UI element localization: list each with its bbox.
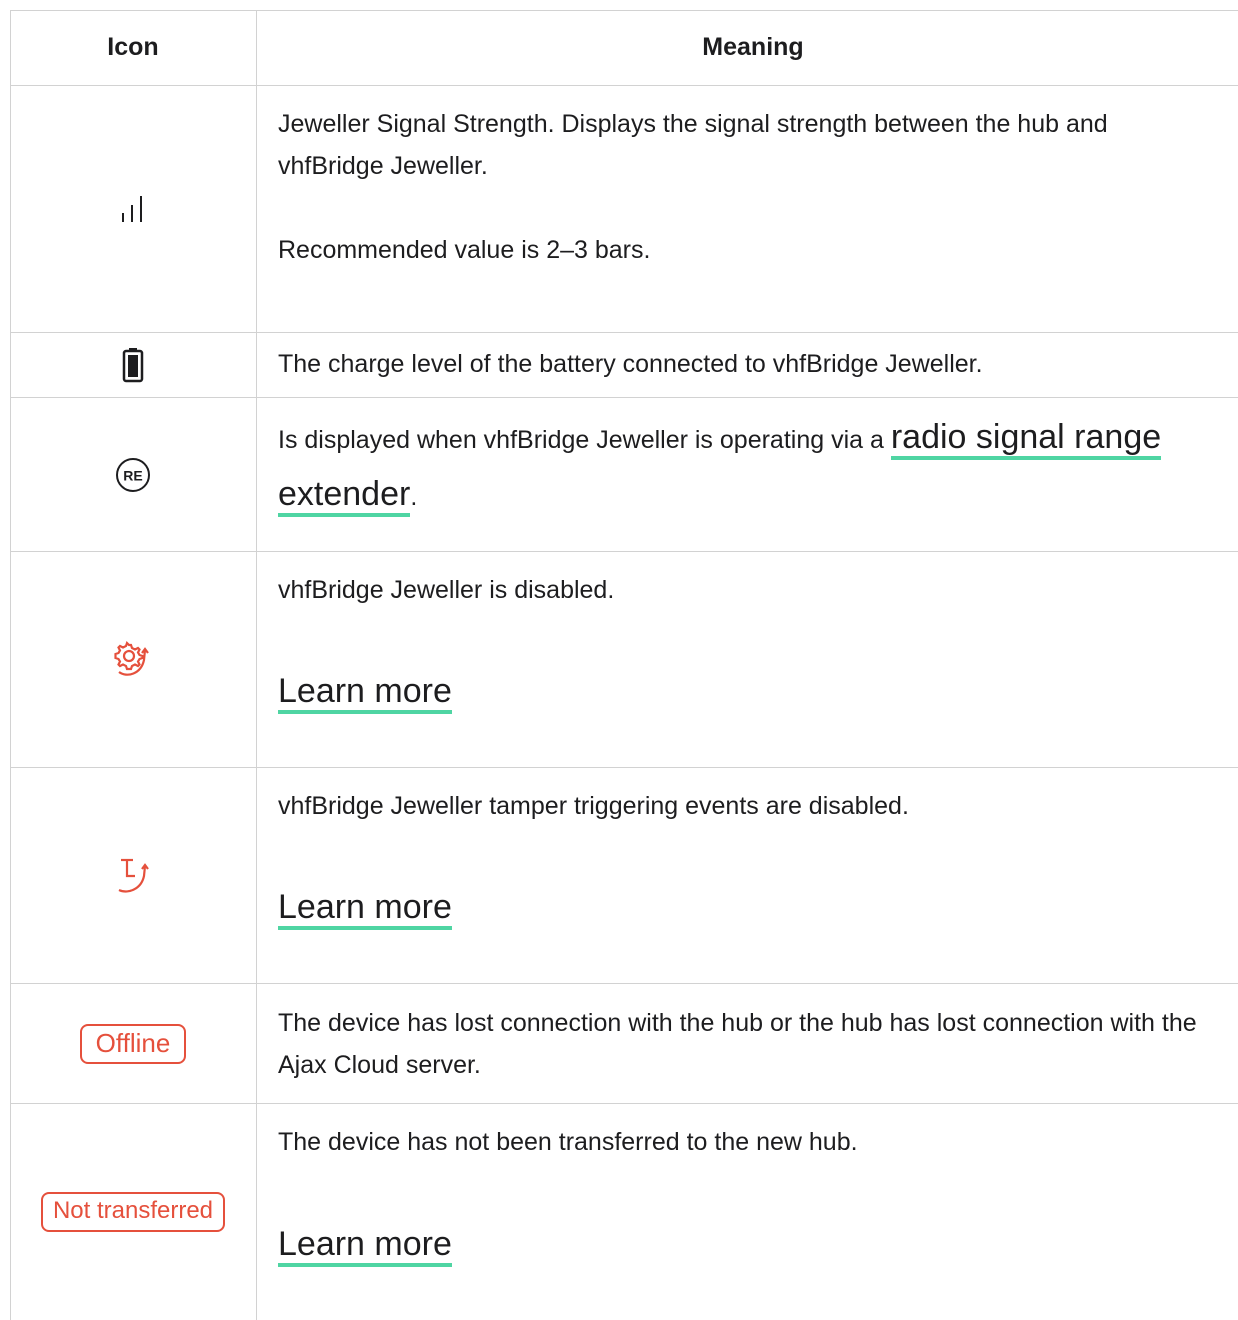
table-row: The charge level of the battery connecte… xyxy=(10,333,1238,397)
row-description: The device has lost connection with the … xyxy=(278,1009,1197,1079)
re-icon-label: RE xyxy=(123,467,142,483)
icon-cell xyxy=(10,86,256,332)
meaning-cell: vhfBridge Jeweller tamper triggering eve… xyxy=(278,768,1220,983)
icon-cell xyxy=(10,768,256,983)
learn-more-container: Learn more xyxy=(278,664,452,718)
table-row: Offline The device has lost connection w… xyxy=(10,984,1238,1103)
header-meaning-label: Meaning xyxy=(702,33,804,61)
table-header-row: Icon Meaning xyxy=(10,10,1238,85)
row-description: vhfBridge Jeweller tamper triggering eve… xyxy=(278,792,909,820)
learn-more-link[interactable]: Learn more xyxy=(278,1225,452,1267)
row-description-text: Is displayed when vhfBridge Jeweller is … xyxy=(278,426,891,454)
header-icon-cell: Icon xyxy=(10,10,256,85)
row-description: The device has not been transferred to t… xyxy=(278,1128,858,1156)
learn-more-link[interactable]: Learn more xyxy=(278,672,452,714)
tamper-disabled-icon xyxy=(118,858,149,893)
icon-cell: RE xyxy=(10,398,256,551)
not-transferred-badge: Not transferred xyxy=(40,1192,226,1232)
table-row: vhfBridge Jeweller tamper triggering eve… xyxy=(10,768,1238,983)
meaning-cell: Is displayed when vhfBridge Jeweller is … xyxy=(278,398,1170,551)
row-description: Jeweller Signal Strength. Displays the s… xyxy=(278,110,1108,180)
header-meaning-cell: Meaning xyxy=(256,10,1238,85)
row-description: The charge level of the battery connecte… xyxy=(278,350,983,378)
meaning-cell: The device has not been transferred to t… xyxy=(278,1104,1220,1320)
icon-cell xyxy=(10,552,256,767)
disabled-gear-icon xyxy=(114,640,149,676)
battery-icon xyxy=(122,348,144,383)
meaning-cell: The charge level of the battery connecte… xyxy=(278,333,1220,397)
learn-more-container: Learn more xyxy=(278,1217,452,1271)
row-description: vhfBridge Jeweller is disabled. xyxy=(278,576,615,604)
info-table: Icon Meaning Jeweller Signal Strength. D… xyxy=(10,10,1238,1320)
meaning-cell: vhfBridge Jeweller is disabled. Learn mo… xyxy=(278,552,1220,767)
header-icon-label: Icon xyxy=(107,33,159,61)
meaning-cell: The device has lost connection with the … xyxy=(278,984,1220,1103)
table-row: vhfBridge Jeweller is disabled. Learn mo… xyxy=(10,552,1238,767)
row-note: Recommended value is 2–3 bars. xyxy=(278,236,651,264)
learn-more-link[interactable]: Learn more xyxy=(278,888,452,930)
row-description: Is displayed when vhfBridge Jeweller is … xyxy=(278,410,1170,524)
table-row: Not transferred The device has not been … xyxy=(10,1104,1238,1320)
signal-bars-icon xyxy=(122,196,142,222)
icon-cell: Not transferred xyxy=(10,1104,256,1320)
icon-cell xyxy=(10,333,256,397)
row-description-end: . xyxy=(410,483,418,511)
re-icon: RE xyxy=(116,457,150,492)
table-row: Jeweller Signal Strength. Displays the s… xyxy=(10,86,1238,332)
offline-badge: Offline xyxy=(79,1023,187,1064)
table-row: RE Is displayed when vhfBridge Jeweller … xyxy=(10,398,1238,551)
meaning-cell: Jeweller Signal Strength. Displays the s… xyxy=(278,86,1220,332)
icon-cell: Offline xyxy=(10,984,256,1103)
learn-more-container: Learn more xyxy=(278,880,452,934)
